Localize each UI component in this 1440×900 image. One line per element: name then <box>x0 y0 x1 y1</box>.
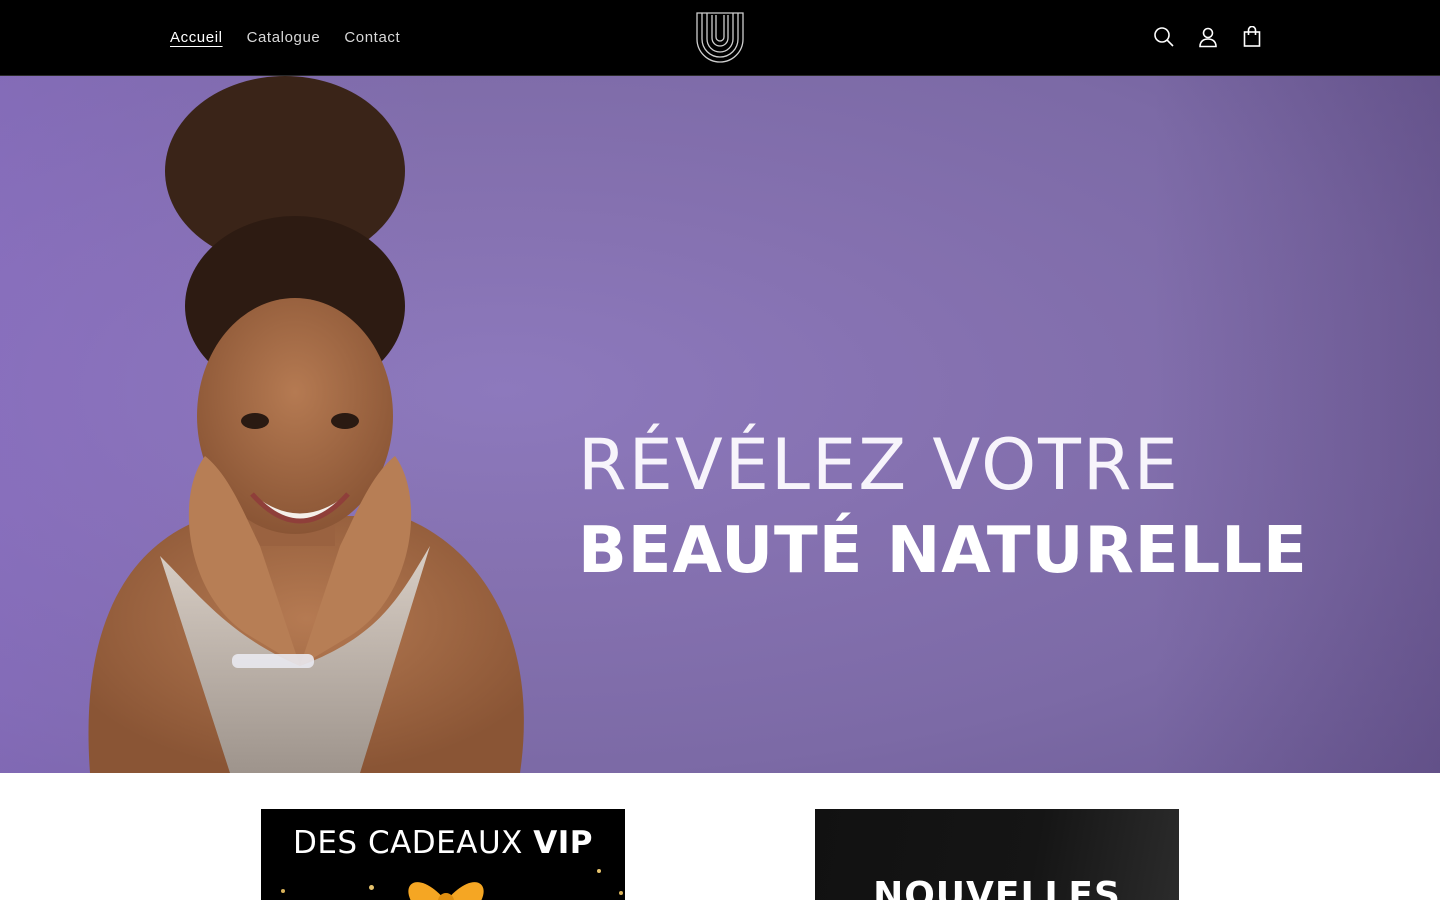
promo-new-title: NOUVELLES <box>873 875 1121 900</box>
sparkle-dot <box>369 885 374 890</box>
search-icon[interactable] <box>1142 15 1186 59</box>
account-icon[interactable] <box>1186 15 1230 59</box>
promo-vip-title-bold: VIP <box>533 825 594 861</box>
gift-bow-icon <box>408 882 484 900</box>
cart-icon[interactable] <box>1230 15 1274 59</box>
promo-vip-title: DES CADEAUX VIP <box>261 825 625 861</box>
hero-heading-line1: RÉVÉLEZ VOTRE <box>578 424 1180 506</box>
promo-card-vip[interactable]: DES CADEAUX VIP <box>261 809 625 900</box>
sparkle-dot <box>281 889 285 893</box>
promo-card-new[interactable]: NOUVELLES <box>815 809 1179 900</box>
site-header: Accueil Catalogue Contact <box>0 0 1440 76</box>
promo-vip-title-regular: DES CADEAUX <box>292 825 534 861</box>
nav-link-catalogue[interactable]: Catalogue <box>235 0 333 75</box>
hero-heading-line2: BEAUTÉ NATURELLE <box>578 514 1308 588</box>
main-nav: Accueil Catalogue Contact <box>158 0 412 75</box>
sparkle-dot <box>619 891 623 895</box>
brand-logo-icon[interactable] <box>694 11 746 63</box>
nav-link-contact[interactable]: Contact <box>332 0 412 75</box>
hero-banner[interactable]: RÉVÉLEZ VOTRE BEAUTÉ NATURELLE <box>0 76 1440 773</box>
sparkle-dot <box>597 869 601 873</box>
hero-model-image <box>88 76 524 773</box>
nav-link-accueil[interactable]: Accueil <box>158 0 235 75</box>
header-actions <box>1142 15 1274 59</box>
